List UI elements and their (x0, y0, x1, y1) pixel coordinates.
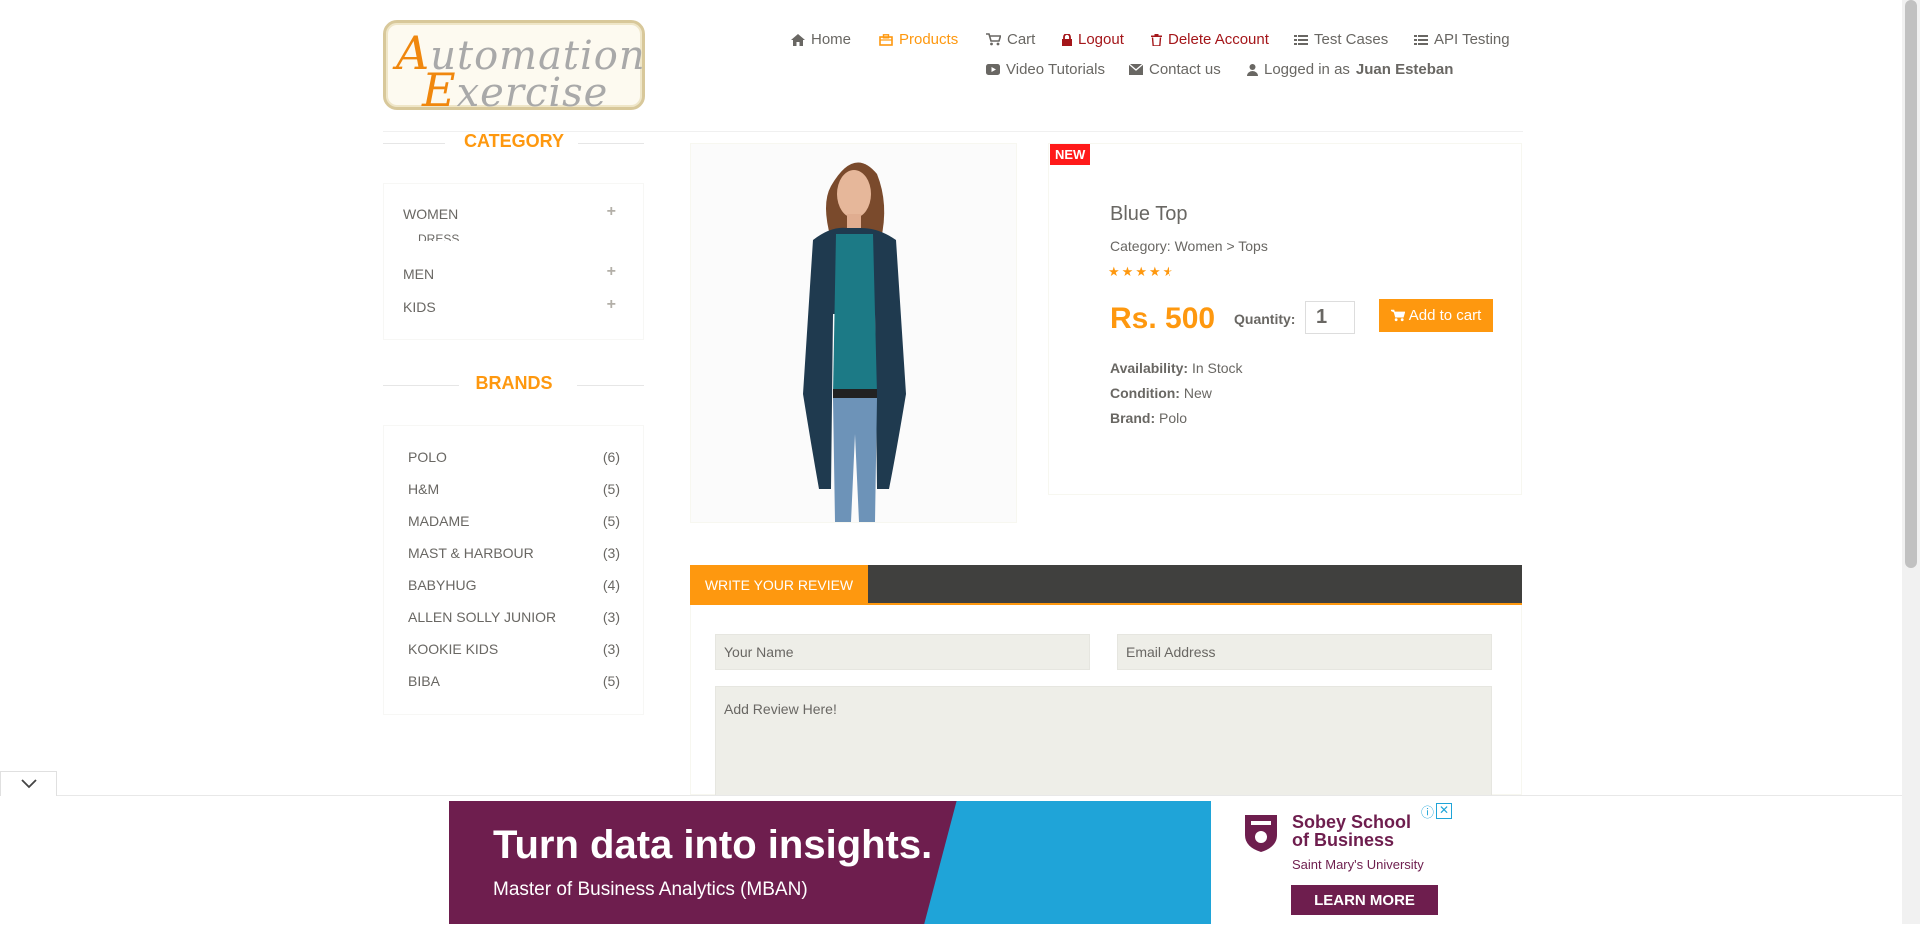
brands-panel: POLO (6) H&M (5) MADAME (5) MAST & HARBOUR(… (383, 425, 644, 715)
new-badge: NEW (1050, 144, 1091, 165)
chevron-down-icon (20, 779, 37, 789)
review-email-input[interactable] (1117, 634, 1492, 670)
scrollbar-thumb[interactable] (1905, 0, 1917, 568)
nav-contact-us[interactable]: Contact us (1129, 61, 1221, 78)
brand-item[interactable]: BABYHUG (4) (408, 577, 620, 593)
category-women[interactable]: WOMEN (403, 206, 458, 222)
category-dress[interactable]: DRESS (418, 232, 459, 241)
user-icon (1247, 63, 1258, 76)
ad-subline: Master of Business Analytics (MBAN) (493, 879, 808, 900)
star-icon: ★ (1121, 264, 1136, 279)
nav-test-cases[interactable]: Test Cases (1294, 31, 1388, 48)
review-text-input[interactable] (715, 686, 1492, 796)
brand-item[interactable]: H&M (5) (408, 481, 620, 497)
envelope-icon (1129, 64, 1143, 75)
home-icon (791, 33, 805, 46)
category-panel: WOMEN + DRESS MEN + KIDS + (383, 183, 644, 340)
logo-line2: Exercise (422, 63, 609, 117)
review-name-input[interactable] (715, 634, 1090, 670)
brand-item[interactable]: BIBA (5) (408, 673, 620, 689)
brand-item[interactable]: POLO (6) (408, 449, 620, 465)
trash-icon (1151, 33, 1162, 46)
product-price: Rs. 500 (1110, 302, 1216, 335)
nav-logged-in-user: Logged in as Juan Esteban (1247, 61, 1453, 78)
brand-item[interactable]: ALLEN SOLLY JUNIOR (3) (408, 609, 620, 625)
lock-icon (1062, 33, 1072, 46)
add-to-cart-button[interactable]: Add to cart (1379, 299, 1493, 332)
ad-university: Saint Mary's University (1292, 857, 1424, 872)
list-icon (1294, 34, 1308, 45)
expand-women-icon[interactable]: + (607, 203, 616, 221)
list-icon (1414, 34, 1428, 45)
quantity-input[interactable] (1305, 301, 1355, 334)
product-photo-illustration (691, 144, 1016, 522)
star-icon: ★ (1148, 264, 1163, 279)
ad-learn-more-button[interactable]: LEARN MORE (1291, 885, 1438, 915)
nav-home[interactable]: Home (791, 31, 851, 48)
nav-cart[interactable]: Cart (986, 31, 1035, 48)
ad-headline: Turn data into insights. (493, 823, 933, 867)
ad-banner[interactable]: Turn data into insights. Master of Busin… (449, 801, 1454, 924)
star-icon: ★ (1135, 264, 1149, 279)
ad-info-icon[interactable]: ⓘ (1421, 802, 1434, 821)
nav-video-tutorials[interactable]: Video Tutorials (986, 61, 1105, 78)
product-condition: Condition: New (1110, 385, 1212, 401)
product-rating: ★★★★★☆ (1108, 264, 1175, 280)
category-title: CATEGORY (463, 131, 564, 151)
brand-item[interactable]: MADAME (5) (408, 513, 620, 529)
tab-write-review[interactable]: WRITE YOUR REVIEW (690, 565, 868, 605)
site-logo[interactable]: Automation Exercise (383, 20, 645, 117)
expand-kids-icon[interactable]: + (607, 296, 616, 314)
product-availability: Availability: In Stock (1110, 360, 1243, 376)
category-kids[interactable]: KIDS (403, 299, 436, 315)
logged-in-username: Juan Esteban (1355, 61, 1454, 78)
ad-close-icon[interactable]: ✕ (1436, 803, 1452, 819)
nav-products[interactable]: Products (879, 31, 958, 48)
star-icon: ★ (1108, 264, 1122, 279)
ad-collapse-toggle[interactable] (0, 771, 57, 796)
star-half-icon-outline: ☆ (1169, 264, 1175, 280)
brands-title: BRANDS (475, 373, 553, 393)
category-men[interactable]: MEN (403, 266, 434, 282)
product-image (690, 143, 1017, 523)
brand-item[interactable]: KOOKIE KIDS (3) (408, 641, 620, 657)
brand-item[interactable]: MAST & HARBOUR (3) (408, 545, 620, 561)
nav-delete-account[interactable]: Delete Account (1151, 31, 1269, 48)
product-name: Blue Top (1110, 203, 1188, 225)
products-icon (879, 33, 893, 46)
product-brand: Brand: Polo (1110, 410, 1188, 426)
ad-school-panel: Sobey School of Business Saint Mary's Uni… (1211, 801, 1454, 924)
product-category: Category: Women > Tops (1110, 238, 1268, 254)
quantity-label: Quantity: (1234, 311, 1296, 327)
cart-icon (1390, 309, 1405, 322)
ad-school-name: Sobey School of Business (1292, 812, 1412, 850)
cart-icon (986, 33, 1001, 46)
expand-men-icon[interactable]: + (607, 263, 616, 281)
youtube-icon (986, 64, 1000, 75)
nav-api-testing[interactable]: API Testing (1414, 31, 1510, 48)
nav-logout[interactable]: Logout (1062, 31, 1124, 48)
school-crest-icon (1245, 815, 1277, 852)
